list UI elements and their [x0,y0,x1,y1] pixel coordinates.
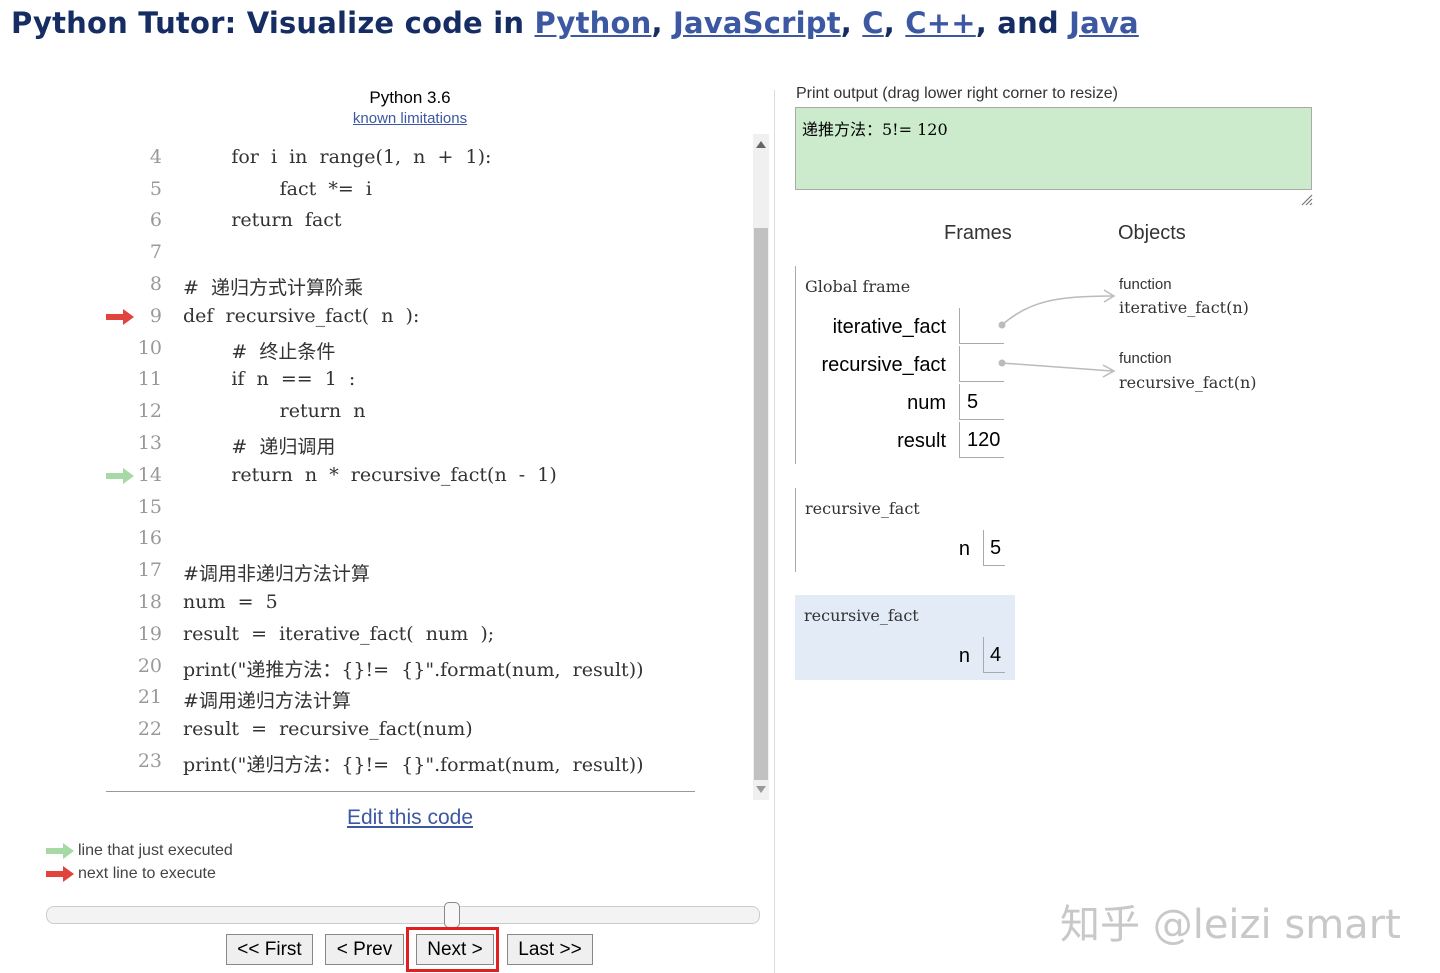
watermark: 知乎 @leizi smart [1060,902,1401,948]
pointer-arrows [998,289,1116,378]
pointer-arrow [1001,295,1113,326]
pointer-arrow [1001,362,1113,372]
